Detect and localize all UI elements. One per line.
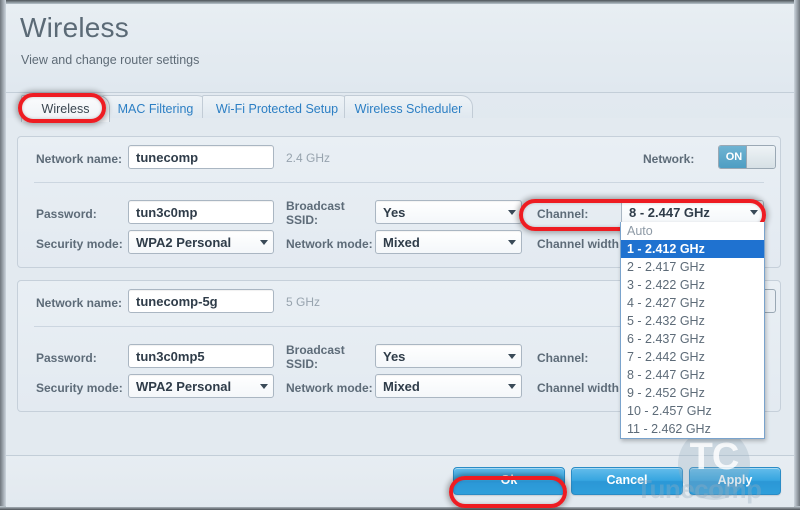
- label-network-name-5: Network name:: [36, 296, 123, 310]
- band-label-5: 5 GHz: [286, 295, 321, 309]
- input-network-name-24[interactable]: tunecomp: [128, 145, 274, 169]
- label-broadcast-ssid-5-line1: Broadcast: [286, 343, 345, 357]
- action-bar: Ok Cancel Apply: [6, 455, 794, 507]
- label-password-24: Password:: [36, 207, 97, 221]
- chevron-down-icon: [260, 384, 268, 389]
- toggle-on-label-24: ON: [719, 146, 749, 168]
- input-password-5[interactable]: tun3c0mp5: [128, 344, 274, 368]
- chevron-down-icon: [508, 354, 516, 359]
- channel-option[interactable]: 6 - 2.437 GHz: [621, 330, 764, 348]
- label-security-mode-24: Security mode:: [36, 237, 123, 251]
- panel-divider: [34, 182, 764, 183]
- chevron-down-icon: [508, 210, 516, 215]
- page-subtitle: View and change router settings: [21, 53, 200, 67]
- channel-option[interactable]: 5 - 2.432 GHz: [621, 312, 764, 330]
- cancel-button[interactable]: Cancel: [571, 467, 683, 495]
- channel-option[interactable]: 9 - 2.452 GHz: [621, 384, 764, 402]
- page-container: Wireless View and change router settings…: [6, 4, 794, 508]
- chevron-down-icon: [750, 210, 758, 215]
- channel-option[interactable]: 2 - 2.417 GHz: [621, 258, 764, 276]
- page-title: Wireless: [20, 12, 129, 43]
- label-security-mode-5: Security mode:: [36, 381, 123, 395]
- select-network-mode-24-value: Mixed: [383, 235, 420, 250]
- channel-option[interactable]: 10 - 2.457 GHz: [621, 402, 764, 420]
- channel-option[interactable]: 8 - 2.447 GHz: [621, 366, 764, 384]
- label-password-5: Password:: [36, 351, 97, 365]
- label-channel-width-5: Channel width:: [537, 381, 623, 395]
- select-network-mode-5[interactable]: Mixed: [375, 374, 522, 398]
- select-security-mode-5-value: WPA2 Personal: [136, 379, 232, 394]
- page-header: Wireless View and change router settings: [6, 4, 794, 93]
- settings-content: Network name: tunecomp 2.4 GHz Network: …: [6, 125, 794, 455]
- select-channel-24[interactable]: 8 - 2.447 GHz: [621, 200, 764, 224]
- label-network-mode-5: Network mode:: [286, 381, 373, 395]
- label-broadcast-ssid-5-line2: SSID:: [286, 357, 319, 371]
- label-network-toggle-24: Network:: [643, 152, 695, 166]
- channel-option[interactable]: 3 - 2.422 GHz: [621, 276, 764, 294]
- select-broadcast-ssid-5[interactable]: Yes: [375, 344, 522, 368]
- channel-option[interactable]: 11 - 2.462 GHz: [621, 420, 764, 438]
- toggle-network-24[interactable]: ON: [718, 145, 776, 169]
- select-broadcast-ssid-5-value: Yes: [383, 349, 406, 364]
- select-network-mode-24[interactable]: Mixed: [375, 230, 522, 254]
- label-network-mode-24: Network mode:: [286, 237, 373, 251]
- channel-option[interactable]: 4 - 2.427 GHz: [621, 294, 764, 312]
- select-channel-24-value: 8 - 2.447 GHz: [629, 205, 710, 220]
- channel-option[interactable]: 7 - 2.442 GHz: [621, 348, 764, 366]
- label-broadcast-ssid-24-line2: SSID:: [286, 213, 319, 227]
- select-security-mode-5[interactable]: WPA2 Personal: [128, 374, 274, 398]
- toggle-knob-24: [746, 146, 775, 168]
- window-frame-right: [794, 0, 800, 510]
- select-security-mode-24[interactable]: WPA2 Personal: [128, 230, 274, 254]
- select-security-mode-24-value: WPA2 Personal: [136, 235, 232, 250]
- label-channel-24: Channel:: [537, 207, 589, 221]
- band-label-24: 2.4 GHz: [286, 151, 331, 165]
- channel-option[interactable]: Auto: [621, 222, 764, 240]
- ok-button[interactable]: Ok: [453, 467, 565, 495]
- select-broadcast-ssid-24[interactable]: Yes: [375, 200, 522, 224]
- label-channel-5: Channel:: [537, 351, 589, 365]
- chevron-down-icon: [260, 240, 268, 245]
- input-network-name-5[interactable]: tunecomp-5g: [128, 289, 274, 313]
- label-channel-width-24: Channel width:: [537, 237, 623, 251]
- router-admin-screen: Wireless View and change router settings…: [0, 0, 800, 510]
- channel-option[interactable]: 1 - 2.412 GHz: [621, 240, 764, 258]
- tab-wireless[interactable]: Wireless: [21, 95, 110, 122]
- select-broadcast-ssid-24-value: Yes: [383, 205, 406, 220]
- select-network-mode-5-value: Mixed: [383, 379, 420, 394]
- chevron-down-icon: [508, 240, 516, 245]
- label-network-name-24: Network name:: [36, 152, 123, 166]
- label-broadcast-ssid-24-line1: Broadcast: [286, 199, 345, 213]
- channel-dropdown-list[interactable]: Auto 1 - 2.412 GHz 2 - 2.417 GHz 3 - 2.422 …: [620, 222, 765, 439]
- chevron-down-icon: [508, 384, 516, 389]
- tab-bar-base: [6, 118, 794, 125]
- apply-button[interactable]: Apply: [689, 467, 781, 495]
- input-password-24[interactable]: tun3c0mp: [128, 200, 274, 224]
